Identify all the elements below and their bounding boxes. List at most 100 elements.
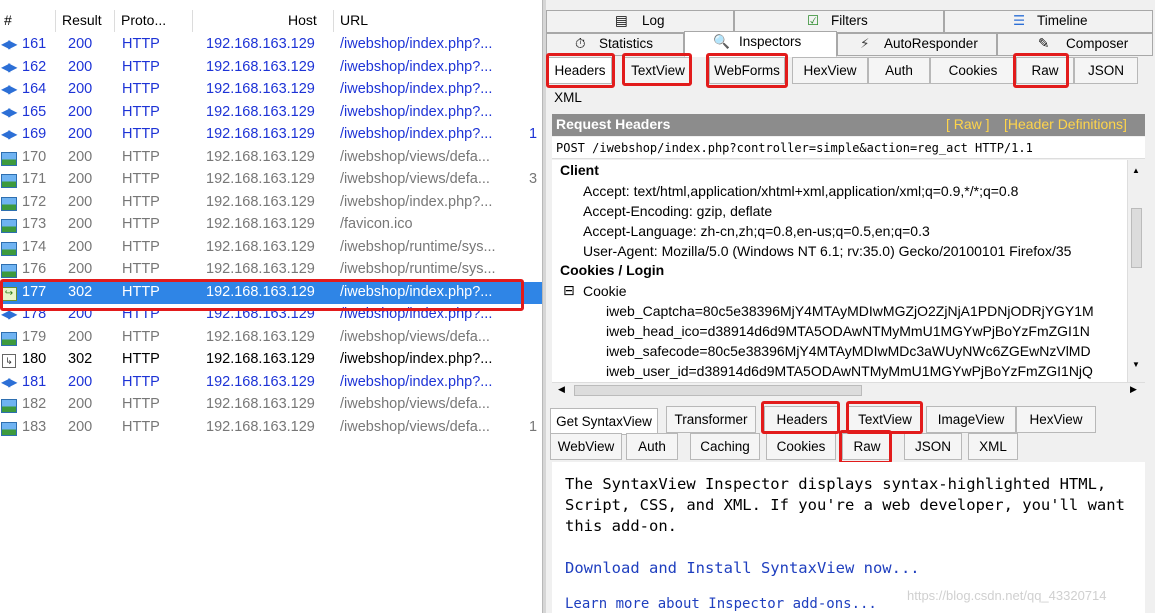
download-syntaxview-link[interactable]: Download and Install SyntaxView now... [565,559,920,577]
headers-tree[interactable]: Client Accept: text/html,application/xht… [552,160,1127,382]
header-user-agent[interactable]: User-Agent: Mozilla/5.0 (Windows NT 6.1;… [583,243,1071,259]
session-row[interactable]: ◀▶ 169 200 HTTP 192.168.163.129/iwebshop/ind… [0,124,542,146]
session-host: 192.168.163.129 [206,328,315,345]
cookie-node[interactable]: Cookie [583,283,627,299]
collapse-icon[interactable]: ⊟ [563,282,575,299]
session-url: /iwebshop/index.php?... [340,193,493,210]
session-result: 200 [68,328,93,345]
group-client[interactable]: Client [560,162,599,178]
session-row[interactable]: 176 200 HTTP 192.168.163.129/iwebshop/runti… [0,259,542,281]
session-protocol: HTTP [122,193,160,210]
session-host: 192.168.163.129 [206,418,315,435]
session-row[interactable]: 179 200 HTTP 192.168.163.129/iwebshop/views… [0,327,542,349]
response-tab-hexview[interactable]: HexView [1016,406,1096,433]
scrollbar-thumb[interactable] [1131,208,1142,268]
session-row[interactable]: 174 200 HTTP 192.168.163.129/iwebshop/runti… [0,237,542,259]
session-url: /iwebshop/index.php?... [340,81,493,97]
response-tab-get-syntaxview[interactable]: Get SyntaxView [550,408,658,435]
header-accept-language[interactable]: Accept-Language: zh-cn,zh;q=0.8,en-us;q=… [583,223,930,239]
header-definitions-link[interactable]: [Header Definitions] [1004,116,1127,132]
tab-log[interactable]: ▤ Log [546,10,734,33]
session-number: 162 [22,58,47,75]
header-accept[interactable]: Accept: text/html,application/xhtml+xml,… [583,183,1018,199]
tab-log-label: Log [642,13,665,28]
header-accept-encoding[interactable]: Accept-Encoding: gzip, deflate [583,203,772,219]
tab-timeline[interactable]: ☰ Timeline [944,10,1153,33]
request-tab-auth[interactable]: Auth [868,57,930,84]
raw-link[interactable]: [ Raw ] [946,116,990,132]
session-row[interactable]: ◀▶ 162 200 HTTP 192.168.163.129/iwebshop/ind… [0,57,542,79]
response-tab-caching[interactable]: Caching [690,433,760,460]
column-header-number[interactable]: # [4,12,12,28]
response-tab-json[interactable]: JSON [904,433,962,460]
session-row[interactable]: 172 200 HTTP 192.168.163.129/iwebshop/index… [0,192,542,214]
scroll-right-icon[interactable]: ▶ [1130,384,1137,395]
response-tab-imageview[interactable]: ImageView [926,406,1016,433]
response-tab-webview[interactable]: WebView [550,433,622,460]
session-result: 200 [68,103,93,120]
response-tab-transformer[interactable]: Transformer [666,406,756,433]
session-number: 165 [22,103,47,120]
session-row[interactable]: ◀▶ 181 200 HTTP 192.168.163.129/iwebshop/ind… [0,372,542,394]
session-number: 181 [22,373,47,390]
request-tab-cookies[interactable]: Cookies [930,57,1016,84]
request-tab-json[interactable]: JSON [1074,57,1138,84]
response-tab-xml[interactable]: XML [968,433,1018,460]
headers-vertical-scrollbar[interactable]: ▲ ▼ [1127,160,1145,382]
column-header-result[interactable]: Result [62,12,102,28]
tab-autoresponder[interactable]: ⚡ AutoResponder [837,33,997,56]
column-header-protocol[interactable]: Proto... [121,12,166,28]
session-host: 192.168.163.129 [206,216,315,232]
session-url: /iwebshop/index.php?... [340,103,493,120]
tab-filters[interactable]: ☑ Filters [734,10,944,33]
session-row[interactable]: 171 200 HTTP 192.168.163.129/iwebshop/views… [0,169,542,191]
response-tab-cookies[interactable]: Cookies [766,433,836,460]
request-headers-title: Request Headers [556,116,671,132]
session-row[interactable]: ↳ 180 302 HTTP 192.168.163.129/iwebshop/inde… [0,349,542,371]
session-result: 200 [68,373,93,390]
cookie-head-ico[interactable]: iweb_head_ico=d38914d6d9MTA5ODAwNTMyMmU1… [606,323,1090,339]
session-row[interactable]: ◀▶ 164 200 HTTP 192.168.163.129/iwebshop/ind… [0,79,542,101]
session-protocol: HTTP [122,216,160,232]
horizontal-scrollbar-thumb[interactable] [574,385,862,396]
column-header-url[interactable]: URL [340,12,368,28]
column-header-host[interactable]: Host [288,12,317,28]
highlight-box-webforms-tab [706,53,788,88]
session-row[interactable]: ◀▶ 165 200 HTTP 192.168.163.129/iwebshop/ind… [0,102,542,124]
learn-more-link[interactable]: Learn more about Inspector add-ons... [565,596,877,612]
headers-horizontal-scrollbar[interactable]: ◀ ▶ [552,382,1145,398]
session-row[interactable]: 182 200 HTTP 192.168.163.129/iwebshop/views… [0,394,542,416]
tab-composer-label: Composer [1066,36,1129,51]
response-tab-auth[interactable]: Auth [626,433,678,460]
session-host: 192.168.163.129 [206,81,315,97]
scroll-up-icon[interactable]: ▲ [1132,166,1140,175]
session-protocol: HTTP [122,418,160,435]
session-row[interactable]: ◀▶ 161 200 HTTP 192.168.163.129/iwebshop/ind… [0,34,542,56]
scroll-down-icon[interactable]: ▼ [1132,360,1140,369]
session-host: 192.168.163.129 [206,36,315,52]
session-number: 179 [22,328,47,345]
session-list[interactable]: # Result Proto... Host URL ◀▶ 161 200 HTTP 1… [0,0,542,613]
session-number: 180 [22,351,47,367]
session-host: 192.168.163.129 [206,148,315,165]
tab-timeline-label: Timeline [1037,13,1088,28]
syntaxview-description-line3: this add-on. [565,517,677,535]
group-cookies-login[interactable]: Cookies / Login [560,262,664,278]
session-row[interactable]: 173 200 HTTP 192.168.163.129/favicon.ico [0,214,542,236]
session-number: 176 [22,261,47,277]
cookie-safecode[interactable]: iweb_safecode=80c5e38396MjY4MTAyMDIwMDc3… [606,343,1091,359]
cookie-captcha[interactable]: iweb_Captcha=80c5e38396MjY4MTAyMDIwMGZjO… [606,303,1094,319]
session-number: 173 [22,216,47,232]
session-row[interactable]: 183 200 HTTP 192.168.163.129/iwebshop/views… [0,417,542,439]
request-tab-hexview[interactable]: HexView [792,57,868,84]
arrows-icon: ◀▶ [1,82,18,96]
session-row[interactable]: 170 200 HTTP 192.168.163.129/iwebshop/views… [0,147,542,169]
session-host: 192.168.163.129 [206,261,315,277]
scroll-left-icon[interactable]: ◀ [558,384,565,395]
session-number: 172 [22,193,47,210]
session-result: 200 [68,36,93,52]
session-result: 302 [68,351,93,367]
arrows-icon: ◀▶ [1,127,18,141]
request-tab-xml[interactable]: XML [548,84,588,111]
cookie-user-id[interactable]: iweb_user_id=d38914d6d9MTA5ODAwNTMyMmU1M… [606,363,1093,379]
